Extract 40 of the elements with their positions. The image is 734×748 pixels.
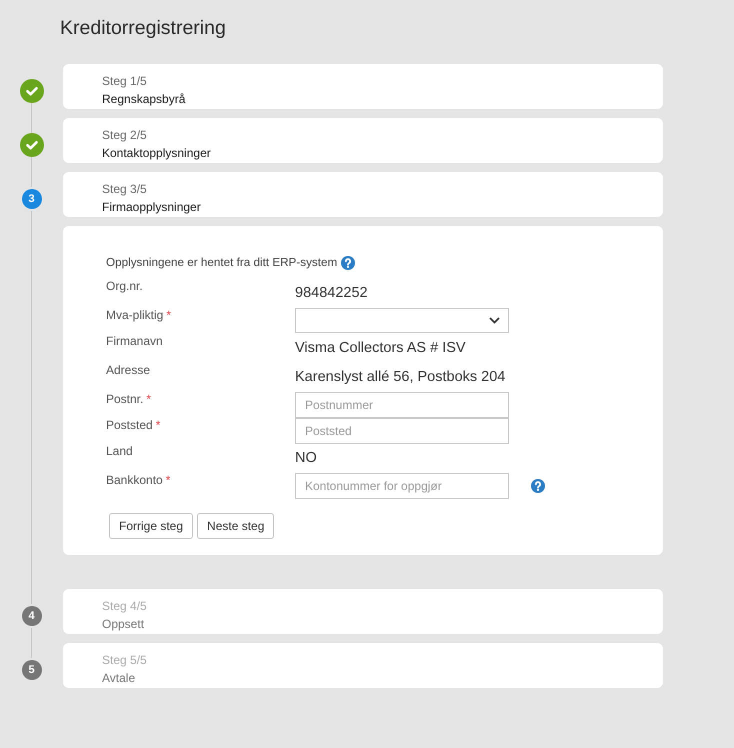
input-field[interactable]: Postnummer xyxy=(295,392,509,418)
step-title: Avtale xyxy=(102,670,136,687)
required-mark: * xyxy=(166,308,172,322)
input-field[interactable]: Poststed xyxy=(295,418,509,444)
chevron-down-icon xyxy=(489,317,500,324)
step-counter: Steg 2/5 xyxy=(102,127,147,144)
help-icon[interactable] xyxy=(531,479,545,493)
step-nav-button[interactable]: Forrige steg xyxy=(109,513,194,539)
step-title: Oppsett xyxy=(102,616,144,633)
step-number: 5 xyxy=(22,660,42,680)
required-mark: * xyxy=(146,392,152,406)
field-value: NO xyxy=(295,449,317,467)
step-number: 4 xyxy=(22,606,42,626)
field-value: 984842252 xyxy=(295,284,368,302)
dropdown-field[interactable] xyxy=(295,308,509,333)
field-label: Org.nr. xyxy=(106,279,143,293)
field-label: Postnr. xyxy=(106,392,144,406)
step-title: Kontaktopplysninger xyxy=(102,145,211,162)
field-label: Mva-pliktig xyxy=(106,308,164,322)
field-label: Poststed xyxy=(106,418,153,432)
field-label: Bankkonto xyxy=(106,473,163,487)
page-title: Kreditorregistrering xyxy=(60,17,226,39)
step-counter: Steg 3/5 xyxy=(102,181,147,198)
step-number: 3 xyxy=(22,189,42,209)
info-text: Opplysningene er hentet fra ditt ERP-system xyxy=(106,255,338,271)
step-counter: Steg 1/5 xyxy=(102,73,147,90)
field-value: Visma Collectors AS # ISV xyxy=(295,339,466,357)
required-mark: * xyxy=(166,473,170,487)
required-mark: * xyxy=(156,418,160,432)
step-counter: Steg 4/5 xyxy=(102,598,147,615)
step-counter: Steg 5/5 xyxy=(102,652,147,669)
field-label: Firmanavn xyxy=(106,334,163,348)
step-title: Firmaopplysninger xyxy=(102,199,201,216)
field-label: Land xyxy=(106,444,133,458)
field-label: Adresse xyxy=(106,363,150,377)
field-value: Karenslyst allé 56, Postboks 204 xyxy=(295,368,506,386)
input-field[interactable]: Kontonummer for oppgjør xyxy=(295,473,509,499)
help-icon[interactable] xyxy=(341,256,356,270)
step-title: Regnskapsbyrå xyxy=(102,91,186,108)
step-nav-button[interactable]: Neste steg xyxy=(197,513,274,539)
